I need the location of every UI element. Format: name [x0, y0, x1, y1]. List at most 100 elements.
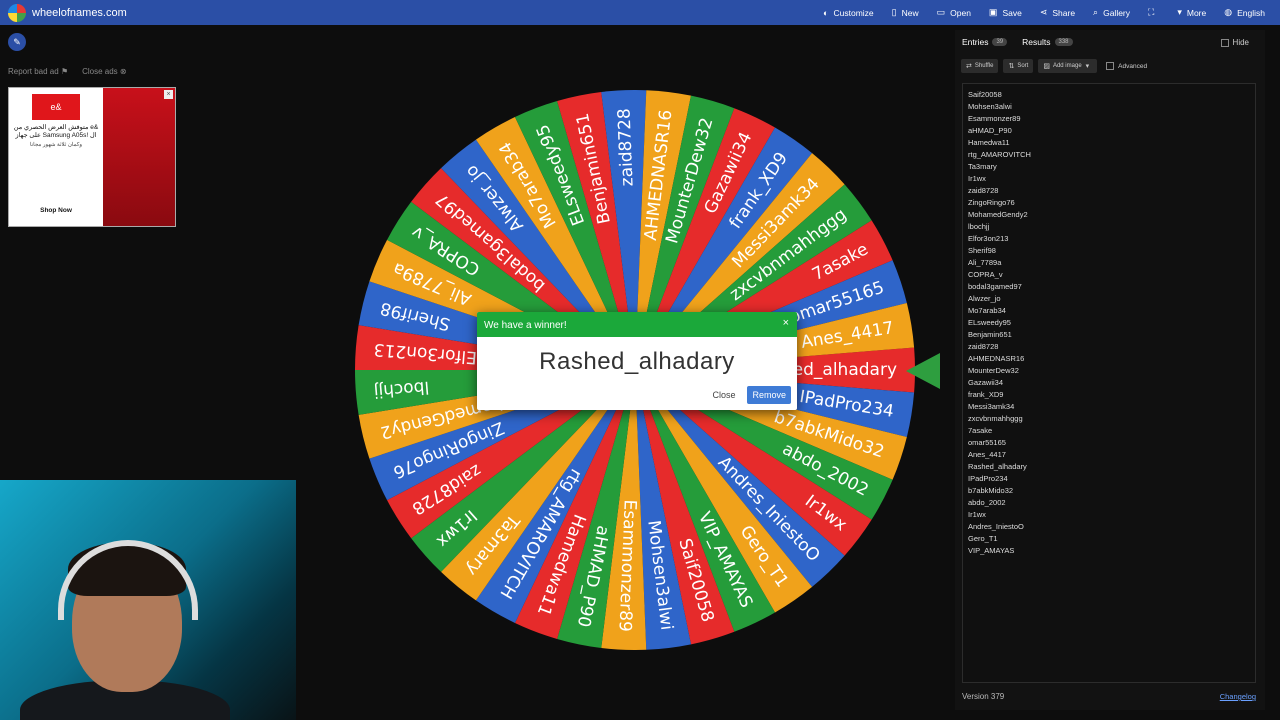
menu-item-customize[interactable]: ◐ Customize: [814, 0, 883, 25]
menu-item-save[interactable]: ▣ Save: [980, 0, 1031, 25]
advertisement[interactable]: e& متوفش العرض الحصري من e& على جهاز Sam…: [8, 87, 176, 227]
entries-textarea[interactable]: Saif20058 Mohsen3alwi Esammonzer89 aHMAD_P9…: [962, 83, 1256, 683]
entry-line: 7asake: [968, 426, 993, 435]
menu-item-open[interactable]: ▭ Open: [928, 0, 980, 25]
menu-item-share[interactable]: ⋖ Share: [1031, 0, 1084, 25]
ad-shop-now-button[interactable]: Shop Now: [9, 207, 103, 214]
menu-item-gallery[interactable]: ⌕ Gallery: [1084, 0, 1139, 25]
entry-line: Anes_4417: [968, 450, 1006, 459]
results-count-badge: 338: [1054, 38, 1073, 46]
webcam-border: [296, 480, 332, 720]
globe-icon: ◍: [1224, 7, 1233, 17]
close-button[interactable]: Close: [710, 386, 737, 404]
entry-line: Saif20058: [968, 90, 1002, 99]
edit-pencil-button[interactable]: ✎: [8, 33, 26, 51]
tab-entries[interactable]: Entries 39: [962, 37, 1008, 47]
entry-line: Esammonzer89: [968, 114, 1021, 123]
chevron-down-icon: ▾: [1177, 7, 1182, 17]
pencil-icon: ✎: [13, 36, 21, 47]
menu-item-new[interactable]: ▯ New: [883, 0, 928, 25]
entry-line: MohamedGendy2: [968, 210, 1028, 219]
entry-line: VIP_AMAYAS: [968, 546, 1015, 555]
remove-button[interactable]: Remove: [747, 386, 791, 404]
panel-tabs: Entries 39 Results 338: [955, 30, 1265, 54]
entry-line: Sherif98: [968, 246, 996, 255]
ad-close-icon[interactable]: ×: [164, 90, 173, 99]
site-title[interactable]: wheelofnames.com: [32, 7, 127, 19]
entry-line: Messi3amk34: [968, 402, 1015, 411]
entries-count-badge: 39: [992, 38, 1008, 46]
menu-item-more[interactable]: ▾ More: [1168, 0, 1215, 25]
menu-item-english[interactable]: ◍ English: [1215, 0, 1274, 25]
winner-dialog-title: We have a winner!: [484, 320, 567, 331]
ad-content: e& متوفش العرض الحصري من e& على جهاز Sam…: [9, 88, 103, 226]
entry-line: b7abkMido32: [968, 486, 1014, 495]
folder-icon: ▭: [936, 7, 946, 17]
ad-image: [103, 88, 175, 226]
entry-line: Ir1wx: [968, 174, 986, 183]
entry-line: ELsweedy95: [968, 318, 1011, 327]
winner-name: Rashed_alhadary: [539, 348, 735, 375]
entry-line: Benjamin651: [968, 330, 1012, 339]
ad-links: Report bad ad ⚑ Close ads ⊗: [8, 67, 127, 76]
entry-line: Rashed_alhadary: [968, 462, 1027, 471]
winner-dialog-header: We have a winner! ×: [477, 312, 797, 337]
wheel-pointer-icon: [906, 353, 940, 389]
entry-line: abdo_2002: [968, 498, 1006, 507]
version-label: Version 379: [962, 692, 1005, 701]
hide-checkbox[interactable]: [1220, 38, 1229, 47]
entry-line: zxcvbnmahhggg: [968, 414, 1023, 423]
dialog-close-icon[interactable]: ×: [783, 317, 789, 329]
entry-line: AHMEDNASR16: [968, 354, 1025, 363]
ad-subtext: وكمان ثلاثة شهور مجانا: [29, 142, 83, 148]
add-image-button[interactable]: ▨ Add image ▾: [1038, 59, 1098, 73]
wheel-slice-label: zaid8728: [614, 108, 637, 187]
close-ads-link[interactable]: Close ads ⊗: [82, 67, 127, 76]
advanced-toggle[interactable]: Advanced: [1106, 62, 1147, 70]
sort-button[interactable]: ⇅ Sort: [1003, 59, 1034, 73]
entry-line: frank_XD9: [968, 390, 1004, 399]
shuffle-button[interactable]: ⇄ Shuffle: [961, 59, 999, 73]
sort-icon: ⇅: [1008, 63, 1015, 70]
entry-line: Mo7arab34: [968, 306, 1006, 315]
chevron-down-icon: ▾: [1085, 63, 1090, 70]
changelog-link[interactable]: Changelog: [1220, 692, 1256, 701]
flag-icon: ⚑: [60, 67, 69, 76]
entry-line: Ta3mary: [968, 162, 997, 171]
file-icon: ▯: [891, 7, 897, 17]
top-navbar: wheelofnames.com ◐ Customize ▯ New ▭ Open ▣ Sav…: [0, 0, 1280, 25]
hide-toggle[interactable]: Hide: [1220, 38, 1249, 47]
tab-results[interactable]: Results 338: [1022, 37, 1073, 47]
entry-line: aHMAD_P90: [968, 126, 1012, 135]
entry-line: Elfor3on213: [968, 234, 1009, 243]
entry-line: Ali_7789a: [968, 258, 1002, 267]
entry-line: Hamedwa11: [968, 138, 1010, 147]
save-icon: ▣: [988, 7, 998, 17]
entry-line: Gazawii34: [968, 378, 1004, 387]
entry-line: zaid8728: [968, 186, 999, 195]
entry-line: Mohsen3alwi: [968, 102, 1012, 111]
shuffle-icon: ⇄: [966, 63, 972, 70]
report-bad-ad-link[interactable]: Report bad ad ⚑: [8, 67, 68, 76]
entries-panel: Entries 39 Results 338 Hide ⇄ Shuffle ⇅ Sort…: [955, 30, 1265, 710]
entry-line: COPRA_v: [968, 270, 1003, 279]
entry-line: omar55165: [968, 438, 1006, 447]
main-menu: ◐ Customize ▯ New ▭ Open ▣ Save ⋖ Share ⌕ Gallery ⛶ ▾…: [814, 0, 1274, 25]
webcam-overlay: [0, 480, 332, 720]
entry-line: Alwzer_jo: [968, 294, 1001, 303]
entry-line: Gero_T1: [968, 534, 998, 543]
winner-dialog: We have a winner! × Rashed_alhadary Clos…: [477, 312, 797, 410]
entry-line: MounterDew32: [968, 366, 1019, 375]
ad-brand-logo: e&: [32, 94, 80, 120]
ad-headline: متوفش العرض الحصري من e& على جهاز Samsun…: [13, 124, 99, 139]
close-circle-icon: ⊗: [119, 67, 127, 76]
advanced-checkbox[interactable]: [1106, 62, 1115, 70]
entry-line: ZingoRingo76: [968, 198, 1015, 207]
entry-line: bodal3gamed97: [968, 282, 1022, 291]
menu-item-fullscreen[interactable]: ⛶: [1139, 0, 1168, 25]
wheel-logo-icon[interactable]: [8, 3, 26, 22]
entry-line: zaid8728: [968, 342, 999, 351]
search-icon: ⌕: [1093, 7, 1099, 17]
page-scrollbar[interactable]: [1268, 30, 1276, 710]
palette-icon: ◐: [823, 7, 829, 18]
